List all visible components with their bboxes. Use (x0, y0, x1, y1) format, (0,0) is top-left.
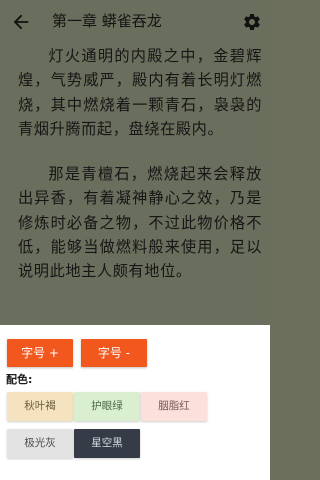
color-option-eye-care-green[interactable]: 护眼绿 (74, 392, 140, 421)
color-option-starry-black[interactable]: 星空黑 (74, 429, 140, 458)
font-size-increase-button[interactable]: 字号 + (7, 339, 73, 367)
chapter-title: 第一章 蟒雀吞龙 (52, 12, 162, 30)
top-toolbar: 第一章 蟒雀吞龙 (0, 0, 270, 44)
font-size-decrease-button[interactable]: 字号 - (81, 339, 147, 367)
gear-icon[interactable] (242, 12, 262, 32)
color-option-autumn-brown[interactable]: 秋叶褐 (7, 392, 73, 421)
reading-settings-panel: 字号 + 字号 - 配色: 秋叶褐 护眼绿 胭脂红 极光灰 星空黑 (0, 325, 270, 480)
paragraph-1: 灯火通明的内殿之中，金碧辉煌，气势威严，殿内有着长明灯燃烧，其中燃烧着一颗青石，… (18, 47, 262, 138)
color-scheme-label: 配色: (6, 373, 33, 386)
chapter-content: 灯火通明的内殿之中，金碧辉煌，气势威严，殿内有着长明灯燃烧，其中燃烧着一颗青石，… (18, 44, 262, 284)
paragraph-2: 那是青檀石，燃烧起来会释放出异香，有着凝神静心之效，乃是修炼时必备之物，不过此物… (18, 165, 262, 281)
color-option-aurora-gray[interactable]: 极光灰 (7, 429, 73, 458)
reader-view: 第一章 蟒雀吞龙 灯火通明的内殿之中，金碧辉煌，气势威严，殿内有着长明灯燃烧，其… (0, 0, 270, 337)
back-arrow-icon[interactable] (10, 11, 32, 33)
color-option-rouge-red[interactable]: 胭脂红 (141, 392, 207, 421)
